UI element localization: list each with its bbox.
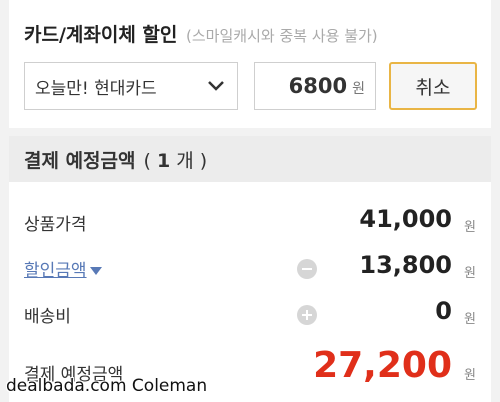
discount-total-value: 13,800 xyxy=(359,251,452,279)
discount-note: (스마일캐시와 중복 사용 불가) xyxy=(186,27,378,45)
caret-down-icon xyxy=(89,267,102,275)
product-price-value: 41,000 xyxy=(359,205,452,233)
total-unit: 원 xyxy=(464,368,476,383)
summary-row-discount: 할인금액 13,800 원 xyxy=(9,246,491,286)
shipping-value: 0 xyxy=(435,297,452,325)
summary-row-product-price: 상품가격 41,000 원 xyxy=(9,200,491,240)
item-count-value: 1 xyxy=(156,149,171,172)
section-title: 결제 예정금액 xyxy=(24,149,136,172)
discount-title: 카드/계좌이체 할인 (스마일캐시와 중복 사용 불가) xyxy=(24,20,378,47)
discount-title-text: 카드/계좌이체 할인 xyxy=(24,24,178,46)
minus-circle-icon xyxy=(297,259,317,279)
shipping-unit: 원 xyxy=(464,312,476,327)
discount-amount-toggle[interactable]: 할인금액 xyxy=(24,256,102,281)
chevron-down-icon xyxy=(208,81,224,91)
plus-circle-icon xyxy=(297,305,317,325)
payment-section-header: 결제 예정금액 ( 1 개 ) xyxy=(9,136,491,182)
total-value: 27,200 xyxy=(313,345,452,386)
product-price-unit: 원 xyxy=(464,220,476,235)
watermark: dealbada.com Coleman xyxy=(6,376,208,396)
item-count: ( 1 개 ) xyxy=(143,149,208,172)
card-discount-panel: 카드/계좌이체 할인 (스마일캐시와 중복 사용 불가) 오늘만! 현대카드 6… xyxy=(9,0,491,128)
discount-amount-field[interactable]: 6800 원 xyxy=(254,62,376,110)
summary-row-shipping: 배송비 0 원 xyxy=(9,292,491,332)
cancel-button[interactable]: 취소 xyxy=(389,62,477,110)
discount-total-unit: 원 xyxy=(464,266,476,281)
shipping-label: 배송비 xyxy=(24,307,71,327)
discount-amount-label: 할인금액 xyxy=(24,261,87,281)
product-price-label: 상품가격 xyxy=(24,215,87,235)
selected-card-label: 오늘만! 현대카드 xyxy=(35,78,157,99)
discount-amount-unit: 원 xyxy=(352,81,365,97)
card-select-dropdown[interactable]: 오늘만! 현대카드 xyxy=(24,62,238,110)
discount-amount-value: 6800 xyxy=(288,74,348,98)
payment-summary-panel: 상품가격 41,000 원 할인금액 13,800 원 배송비 0 원 결제 예… xyxy=(9,182,491,402)
